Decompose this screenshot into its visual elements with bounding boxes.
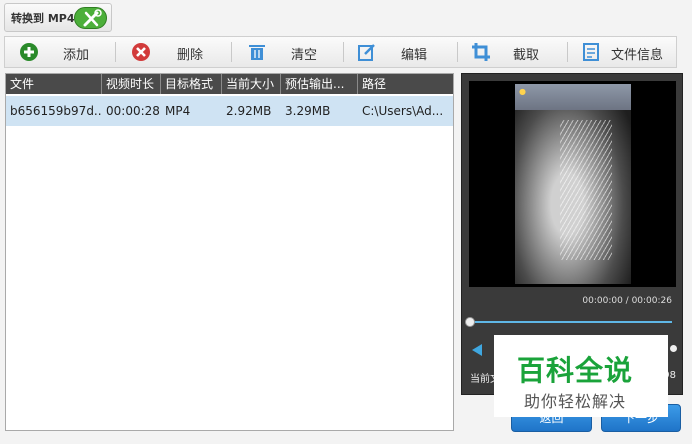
file-info-label: 文件信息	[611, 48, 664, 63]
file-info-icon	[581, 42, 601, 62]
crop-label: 截取	[513, 48, 540, 63]
edit-label: 编辑	[401, 48, 428, 63]
column-target-format[interactable]: 目标格式	[161, 74, 222, 94]
column-estimated-output[interactable]: 预估输出...	[281, 74, 358, 94]
seek-track[interactable]	[470, 321, 672, 323]
volume-handle[interactable]	[670, 345, 677, 352]
video-logo-icon: ●	[519, 87, 526, 96]
toolbar: 添加 删除 清空 编辑 截取 文件信息	[4, 36, 677, 68]
add-button[interactable]: 添加	[5, 37, 113, 67]
watermark: 百科全说 助你轻松解决	[494, 335, 668, 417]
file-info-button[interactable]: 文件信息	[569, 37, 677, 67]
column-file[interactable]: 文件	[6, 74, 102, 94]
table-header: 文件 视频时长 目标格式 当前大小 预估输出... 路径	[6, 74, 453, 94]
edit-icon	[357, 42, 377, 62]
format-tag-label: 转换到 MP4	[11, 11, 75, 25]
video-preview: ●	[469, 81, 676, 287]
add-icon	[19, 42, 39, 62]
cell-path: C:\Users\Ad...	[362, 104, 444, 118]
clear-button[interactable]: 清空	[233, 37, 345, 67]
tools-icon[interactable]	[74, 7, 107, 29]
cell-file: b656159b97d...	[10, 104, 102, 118]
delete-icon	[131, 42, 151, 62]
delete-label: 删除	[177, 48, 204, 63]
video-frame: ●	[515, 84, 631, 284]
watermark-title: 百科全说	[517, 354, 634, 387]
crop-button[interactable]: 截取	[459, 37, 571, 67]
edit-button[interactable]: 编辑	[345, 37, 457, 67]
file-list-panel: 文件 视频时长 目标格式 当前大小 预估输出... 路径 b656159b97d…	[5, 73, 454, 431]
column-current-size[interactable]: 当前大小	[222, 74, 281, 94]
time-readout: 00:00:00 / 00:00:26	[582, 296, 672, 306]
add-label: 添加	[63, 48, 90, 63]
clear-label: 清空	[291, 48, 318, 63]
column-duration[interactable]: 视频时长	[102, 74, 161, 94]
watermark-subtitle: 助你轻松解决	[524, 392, 627, 411]
table-row[interactable]: b656159b97d... 00:00:28 MP4 2.92MB 3.29M…	[6, 96, 453, 126]
cell-duration: 00:00:28	[106, 104, 160, 118]
crop-icon	[471, 42, 491, 62]
format-tag: 转换到 MP4	[4, 3, 112, 32]
cell-estimated-output: 3.29MB	[285, 104, 331, 118]
cell-target-format: MP4	[165, 104, 191, 118]
cell-current-size: 2.92MB	[226, 104, 272, 118]
rewind-icon[interactable]	[472, 344, 482, 356]
seek-handle[interactable]	[465, 317, 475, 327]
column-path[interactable]: 路径	[358, 74, 450, 94]
trash-icon	[247, 42, 267, 62]
delete-button[interactable]: 删除	[117, 37, 229, 67]
